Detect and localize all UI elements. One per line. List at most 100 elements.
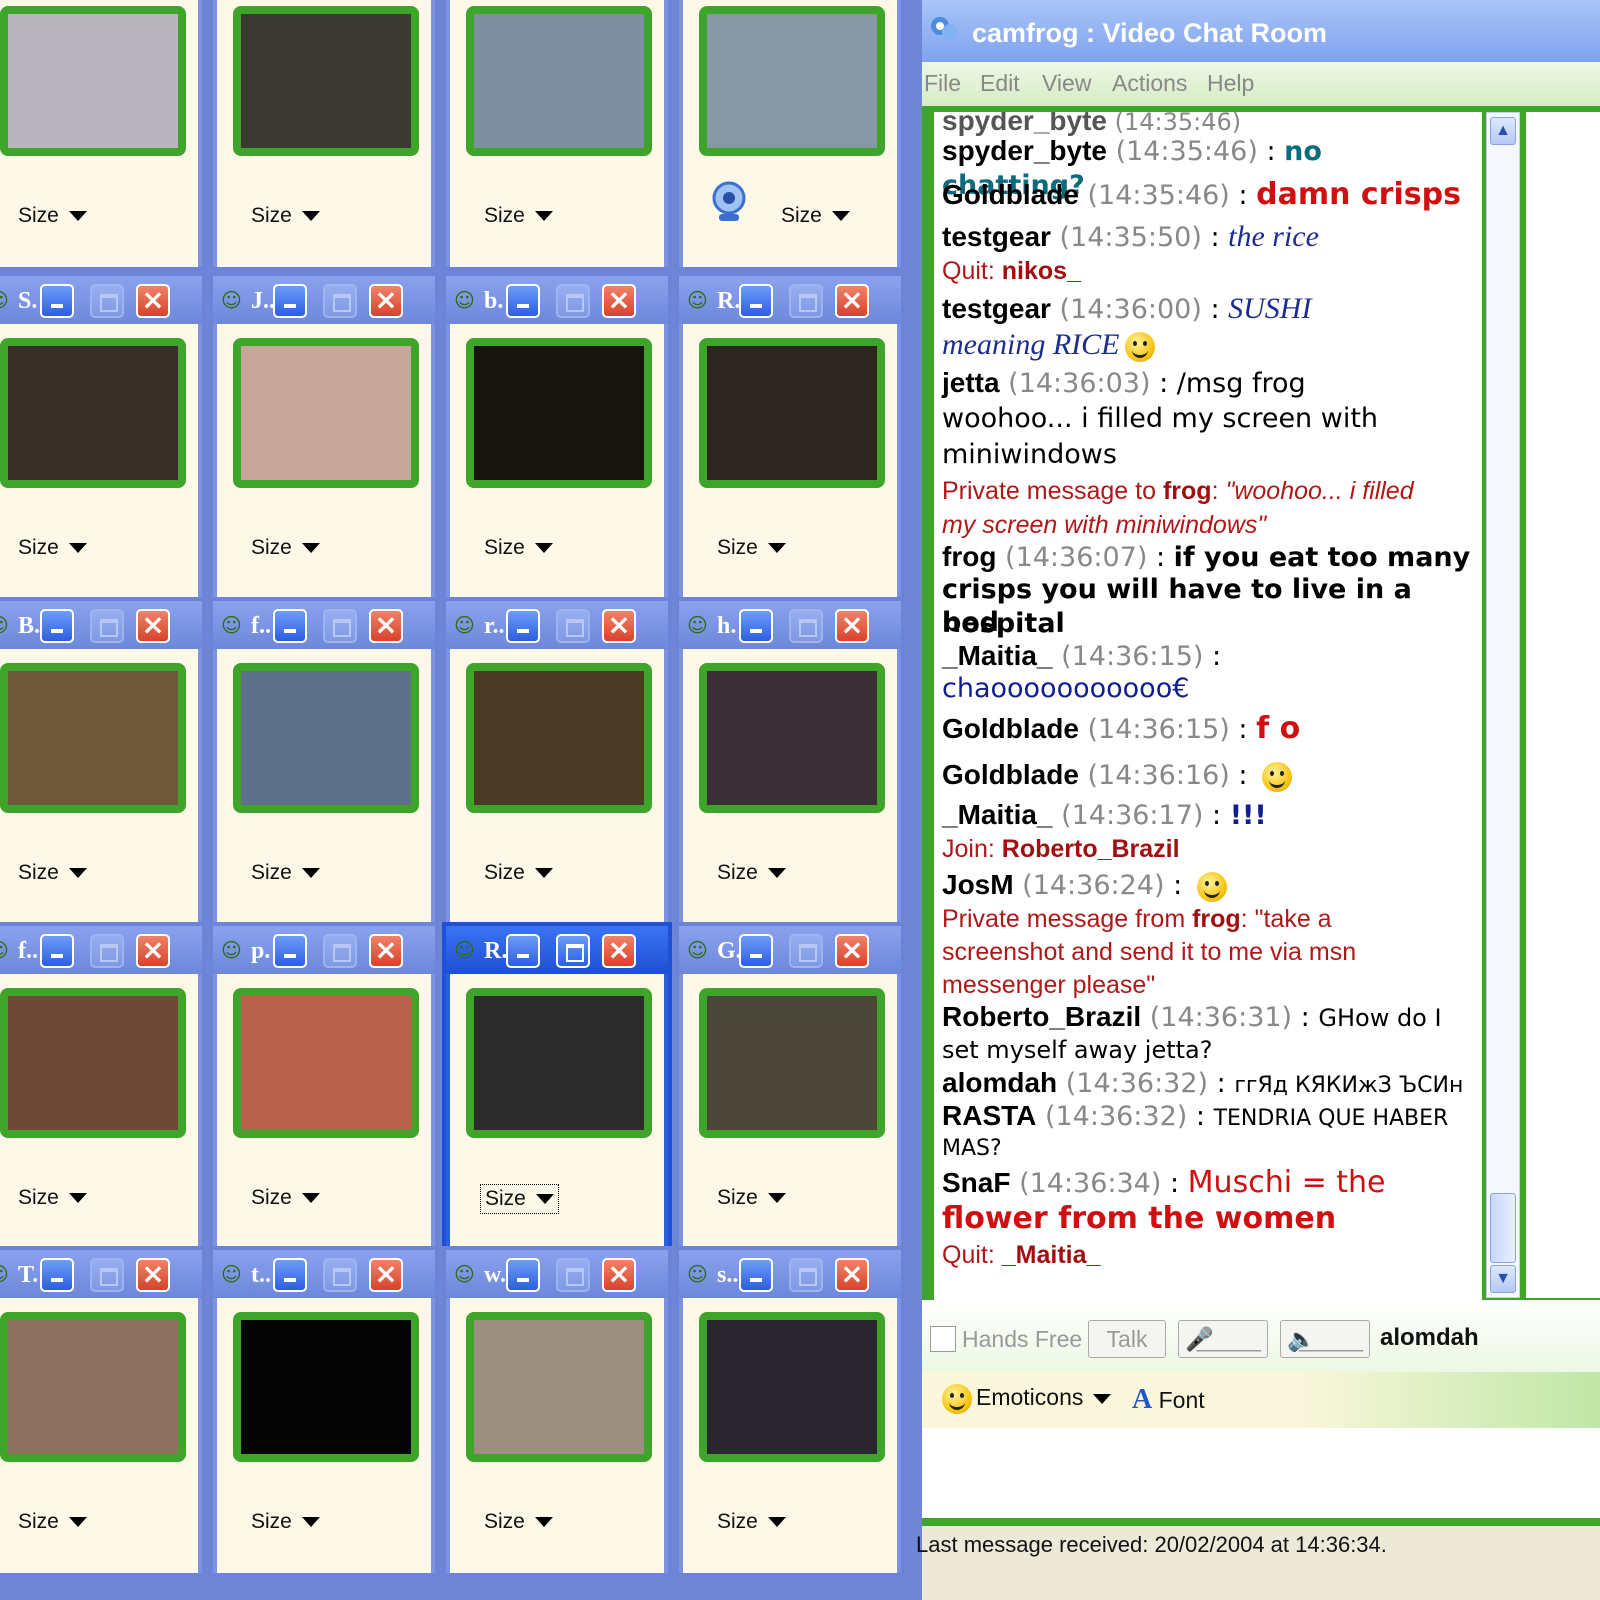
cam-window[interactable]: ☺ f.. × Size [209, 597, 439, 928]
close-button[interactable]: × [835, 284, 869, 318]
size-dropdown[interactable]: Size [713, 859, 790, 887]
size-dropdown[interactable]: Size [247, 202, 324, 230]
cam-window[interactable]: ☺ b. × Size [442, 272, 672, 603]
size-dropdown[interactable]: Size [247, 1508, 324, 1536]
font-button[interactable]: A Font [1132, 1384, 1205, 1416]
minimize-button[interactable] [40, 609, 74, 643]
size-dropdown[interactable]: Size [777, 202, 854, 230]
cam-window-titlebar[interactable]: ☺ R. × [446, 926, 668, 974]
cam-window[interactable]: ☺ t.. × Size [209, 1246, 439, 1577]
minimize-button[interactable] [40, 284, 74, 318]
cam-window-titlebar[interactable]: ☺ S. × [0, 276, 202, 324]
menu-view[interactable]: View [1042, 70, 1091, 97]
maximize-button[interactable] [90, 1258, 124, 1292]
size-dropdown[interactable]: Size [14, 202, 91, 230]
menu-file[interactable]: File [924, 70, 961, 97]
size-dropdown[interactable]: Size [247, 1184, 324, 1212]
close-button[interactable]: × [136, 284, 170, 318]
emoticons-button[interactable]: Emoticons [942, 1384, 1112, 1414]
minimize-button[interactable] [739, 609, 773, 643]
cam-window[interactable]: ☺ w. × Size [442, 1246, 672, 1577]
minimize-button[interactable] [40, 1258, 74, 1292]
close-button[interactable]: × [835, 1258, 869, 1292]
close-button[interactable]: × [602, 284, 636, 318]
cam-window-titlebar[interactable]: ☺ J.. × [213, 276, 435, 324]
cam-window[interactable]: ☺ T. × Size [0, 1246, 206, 1577]
hands-free-checkbox[interactable] [930, 1326, 956, 1352]
size-dropdown[interactable]: Size [14, 1508, 91, 1536]
maximize-button[interactable] [90, 934, 124, 968]
size-dropdown[interactable]: Size [480, 1508, 557, 1536]
cam-window-titlebar[interactable]: ☺ f.. × [213, 601, 435, 649]
menu-actions[interactable]: Actions [1112, 70, 1187, 97]
size-dropdown[interactable]: Size [713, 534, 790, 562]
user-list-panel[interactable] [1526, 112, 1600, 1298]
cam-window-titlebar[interactable]: ☺ p. × [213, 926, 435, 974]
close-button[interactable]: × [602, 934, 636, 968]
maximize-button[interactable] [556, 1258, 590, 1292]
cam-window-titlebar[interactable]: ☺ h. × [679, 601, 901, 649]
maximize-button[interactable] [556, 284, 590, 318]
cam-window[interactable]: ☺×Size [675, 0, 905, 271]
size-dropdown[interactable]: Size [713, 1184, 790, 1212]
size-dropdown[interactable]: Size [480, 534, 557, 562]
size-dropdown[interactable]: Size [480, 202, 557, 230]
scroll-up-button[interactable]: ▲ [1490, 117, 1516, 145]
size-dropdown[interactable]: Size [14, 1184, 91, 1212]
maximize-button[interactable] [90, 609, 124, 643]
cam-window[interactable]: ☺ B. × Size [0, 597, 206, 928]
minimize-button[interactable] [506, 284, 540, 318]
size-dropdown[interactable]: Size [480, 1184, 559, 1214]
maximize-button[interactable] [323, 609, 357, 643]
menu-edit[interactable]: Edit [980, 70, 1020, 97]
close-button[interactable]: × [369, 1258, 403, 1292]
close-button[interactable]: × [136, 609, 170, 643]
close-button[interactable]: × [136, 1258, 170, 1292]
maximize-button[interactable] [556, 934, 590, 968]
maximize-button[interactable] [789, 934, 823, 968]
maximize-button[interactable] [789, 609, 823, 643]
minimize-button[interactable] [506, 1258, 540, 1292]
cam-window[interactable]: ☺ G. × Size [675, 922, 905, 1253]
maximize-button[interactable] [323, 934, 357, 968]
maximize-button[interactable] [789, 284, 823, 318]
size-dropdown[interactable]: Size [480, 859, 557, 887]
cam-window-titlebar[interactable]: ☺ G. × [679, 926, 901, 974]
close-button[interactable]: × [369, 284, 403, 318]
minimize-button[interactable] [506, 934, 540, 968]
cam-window-titlebar[interactable]: ☺ s.. × [679, 1250, 901, 1298]
speaker-level[interactable]: 🔈 _____ [1280, 1320, 1370, 1358]
minimize-button[interactable] [739, 934, 773, 968]
size-dropdown[interactable]: Size [14, 859, 91, 887]
minimize-button[interactable] [273, 934, 307, 968]
cam-window-titlebar[interactable]: ☺ b. × [446, 276, 668, 324]
scroll-down-button[interactable]: ▼ [1490, 1265, 1516, 1293]
talk-button[interactable]: Talk [1088, 1320, 1166, 1358]
cam-window-titlebar[interactable]: ☺ T. × [0, 1250, 202, 1298]
size-dropdown[interactable]: Size [247, 859, 324, 887]
cam-window-titlebar[interactable]: ☺ w. × [446, 1250, 668, 1298]
close-button[interactable]: × [136, 934, 170, 968]
minimize-button[interactable] [273, 284, 307, 318]
close-button[interactable]: × [602, 1258, 636, 1292]
minimize-button[interactable] [506, 609, 540, 643]
message-input[interactable] [922, 1428, 1600, 1518]
chat-title-bar[interactable]: camfrog : Video Chat Room [922, 0, 1600, 62]
cam-window-titlebar[interactable]: ☺ r.. × [446, 601, 668, 649]
cam-window-titlebar[interactable]: ☺ f.. × [0, 926, 202, 974]
menu-help[interactable]: Help [1207, 70, 1254, 97]
cam-window[interactable]: ☺ f.. × Size [0, 922, 206, 1253]
cam-window[interactable]: ☺×Size [442, 0, 672, 271]
maximize-button[interactable] [789, 1258, 823, 1292]
close-button[interactable]: × [835, 934, 869, 968]
cam-window-titlebar[interactable]: ☺ B. × [0, 601, 202, 649]
close-button[interactable]: × [835, 609, 869, 643]
size-dropdown[interactable]: Size [713, 1508, 790, 1536]
cam-window[interactable]: ☺ r.. × Size [442, 597, 672, 928]
minimize-button[interactable] [273, 609, 307, 643]
mic-level[interactable]: 🎤 _____ [1178, 1320, 1268, 1358]
minimize-button[interactable] [273, 1258, 307, 1292]
cam-window[interactable]: ☺ R. × Size [442, 922, 672, 1253]
maximize-button[interactable] [323, 284, 357, 318]
scroll-thumb[interactable] [1490, 1193, 1516, 1263]
